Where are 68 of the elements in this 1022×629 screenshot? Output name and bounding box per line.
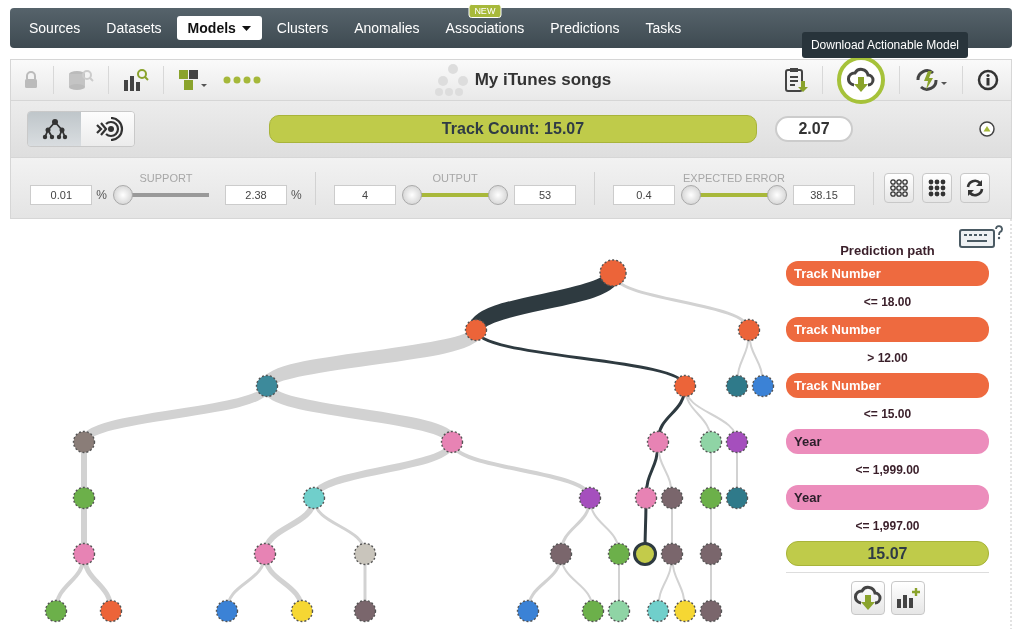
grid-filled-button[interactable] bbox=[922, 173, 952, 203]
prediction-result: 15.07 bbox=[786, 541, 989, 566]
grid-outline-button[interactable] bbox=[884, 173, 914, 203]
add-chart-button[interactable] bbox=[890, 581, 925, 615]
collapse-icon[interactable] bbox=[979, 121, 995, 137]
chart-plus-icon bbox=[895, 587, 920, 609]
prediction-bar: Track Count: 15.07 bbox=[269, 115, 757, 143]
min-input[interactable]: 0.4 bbox=[613, 184, 675, 205]
clipboard-download-icon[interactable] bbox=[784, 67, 808, 93]
max-input[interactable]: 53 bbox=[514, 184, 576, 205]
dot-grid-icon bbox=[928, 179, 946, 197]
slider-handle[interactable] bbox=[767, 184, 787, 205]
slider-handle[interactable] bbox=[113, 184, 133, 205]
tree-view-button[interactable] bbox=[28, 112, 81, 146]
keyboard-help-icon[interactable] bbox=[959, 225, 1003, 249]
nav-tab[interactable]: Anomalies bbox=[343, 16, 431, 40]
nav-tab[interactable]: Predictions bbox=[539, 16, 631, 40]
path-field: Year bbox=[786, 485, 989, 510]
tooltip: Download Actionable Model bbox=[801, 32, 968, 58]
filter-label: OUTPUT bbox=[432, 171, 478, 185]
confidence-bubble: 2.07 bbox=[775, 116, 853, 142]
max-input[interactable]: 38.15 bbox=[793, 184, 855, 205]
max-input[interactable]: 2.38 bbox=[225, 184, 287, 205]
lightning-cycle-icon[interactable] bbox=[914, 68, 948, 92]
min-input[interactable]: 0.01 bbox=[30, 184, 93, 205]
dot-grid-outline-icon bbox=[890, 179, 908, 197]
unit-label: % bbox=[291, 187, 302, 202]
path-condition: > 12.00 bbox=[867, 349, 908, 367]
path-condition: <= 1,999.00 bbox=[855, 461, 920, 479]
filter-label: SUPPORT bbox=[139, 171, 193, 185]
refresh-icon bbox=[965, 178, 985, 198]
model-title: My iTunes songs bbox=[474, 70, 612, 90]
nav-tab[interactable]: Sources bbox=[18, 16, 92, 40]
nav-tab[interactable]: Tasks bbox=[634, 16, 693, 40]
new-badge: NEW bbox=[468, 4, 502, 18]
view-toggle[interactable] bbox=[27, 111, 135, 147]
tree-logo-icon bbox=[434, 63, 471, 97]
nav-tab[interactable]: Models bbox=[176, 16, 262, 40]
cloud-download-icon bbox=[853, 585, 882, 611]
decision-tree-drawing[interactable] bbox=[44, 259, 775, 623]
slider-handle[interactable] bbox=[488, 184, 508, 205]
path-field: Track Number bbox=[786, 373, 989, 398]
chart-search-icon[interactable] bbox=[123, 68, 149, 92]
min-input[interactable]: 4 bbox=[334, 184, 396, 205]
range-slider[interactable] bbox=[681, 184, 787, 205]
path-condition: <= 1,997.00 bbox=[855, 517, 920, 535]
filter-label: EXPECTED ERROR bbox=[682, 171, 786, 185]
sunburst-view-button[interactable] bbox=[81, 112, 134, 146]
numbered-blocks-icon[interactable] bbox=[178, 69, 208, 91]
unit-label: % bbox=[96, 187, 107, 202]
refresh-button[interactable] bbox=[960, 173, 990, 203]
slider-handle[interactable] bbox=[402, 184, 422, 205]
tree-view-icon bbox=[41, 118, 68, 140]
nav-tab[interactable]: Clusters bbox=[265, 16, 340, 40]
dots-icon[interactable] bbox=[222, 75, 262, 85]
path-field: Year bbox=[786, 429, 989, 454]
download-button[interactable] bbox=[850, 581, 885, 615]
path-field: Track Number bbox=[786, 261, 989, 286]
range-slider[interactable] bbox=[402, 184, 508, 205]
cloud-download-icon[interactable] bbox=[847, 67, 875, 93]
path-condition: <= 15.00 bbox=[863, 405, 912, 423]
nav-tab[interactable]: Associations bbox=[434, 16, 536, 40]
info-icon[interactable] bbox=[977, 69, 999, 91]
slider-handle[interactable] bbox=[681, 184, 701, 205]
panel-title: Prediction path bbox=[840, 243, 935, 258]
path-field: Track Number bbox=[786, 317, 989, 342]
path-condition: <= 18.00 bbox=[863, 293, 912, 311]
nav-tab[interactable]: Datasets bbox=[95, 16, 173, 40]
